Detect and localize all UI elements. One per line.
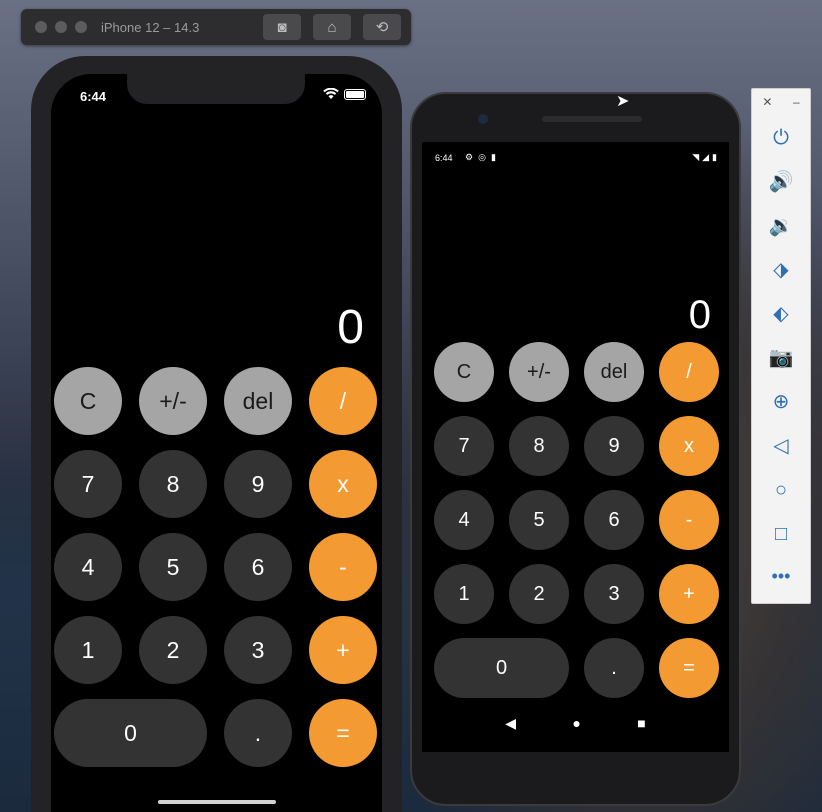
- calc-button[interactable]: +: [309, 616, 377, 684]
- wifi-icon: ◥: [692, 152, 700, 162]
- calc-button[interactable]: +/-: [509, 342, 569, 402]
- home-icon[interactable]: ○: [775, 478, 787, 502]
- volume-down-icon[interactable]: 🔉: [769, 214, 794, 238]
- calc-button[interactable]: -: [659, 490, 719, 550]
- emulator-window-controls: ✕ –: [752, 89, 810, 109]
- zoom-icon[interactable]: ⊕: [773, 390, 790, 414]
- rotate-left-icon[interactable]: ⬗: [773, 258, 788, 282]
- calc-button[interactable]: 5: [509, 490, 569, 550]
- calc-button[interactable]: 2: [139, 616, 207, 684]
- calc-button[interactable]: 3: [584, 564, 644, 624]
- calc-button[interactable]: 7: [54, 450, 122, 518]
- calc-button[interactable]: .: [584, 638, 644, 698]
- android-frame: 6:44 ⚙ ◎ ▮ ◥ ◢ ▮ 0 C +/- del/ 7 8 9 x 4 5 6- 1 2 3 +0…: [410, 92, 741, 806]
- back-icon[interactable]: ◁: [773, 434, 788, 458]
- sd-card-icon: ▮: [490, 152, 496, 162]
- iphone-screen: 6:44 0 C +/- del/ 7 8 9 x 4 5 6- 1 2 3 +0. =: [51, 74, 382, 812]
- android-notification-icons: ⚙ ◎ ▮: [465, 152, 496, 163]
- settings-icon: ⚙: [465, 152, 474, 162]
- calc-button[interactable]: C: [434, 342, 494, 402]
- calc-button[interactable]: 6: [584, 490, 644, 550]
- mouse-cursor-icon: ➤: [616, 93, 630, 110]
- wifi-icon: [323, 88, 339, 99]
- screenshot-icon[interactable]: ◙: [263, 14, 301, 40]
- calc-button[interactable]: -: [309, 533, 377, 601]
- zoom-window-button[interactable]: [75, 21, 87, 33]
- back-icon[interactable]: ◀: [505, 715, 516, 732]
- close-window-button[interactable]: [35, 21, 47, 33]
- battery-icon: ▮: [712, 152, 717, 162]
- ios-keypad: C +/- del/ 7 8 9 x 4 5 6- 1 2 3 +0. =: [54, 367, 379, 767]
- simulator-titlebar[interactable]: iPhone 12 – 14.3 ◙ ⌂ ⟲: [21, 9, 411, 45]
- simulator-title: iPhone 12 – 14.3: [101, 19, 200, 35]
- calc-button[interactable]: del: [584, 342, 644, 402]
- calc-button[interactable]: x: [309, 450, 377, 518]
- calc-button[interactable]: 0: [54, 699, 207, 767]
- calc-button[interactable]: x: [659, 416, 719, 476]
- rotate-icon[interactable]: ⟲: [363, 14, 401, 40]
- minimize-icon[interactable]: –: [793, 95, 800, 109]
- sync-icon: ◎: [478, 152, 486, 162]
- calc-button[interactable]: 8: [139, 450, 207, 518]
- android-keypad: C +/- del/ 7 8 9 x 4 5 6- 1 2 3 +0. =: [434, 342, 724, 698]
- earpiece-speaker: [542, 116, 642, 122]
- android-screen: 6:44 ⚙ ◎ ▮ ◥ ◢ ▮ 0 C +/- del/ 7 8 9 x 4 5 6- 1 2 3 +0…: [422, 142, 729, 752]
- volume-up-icon[interactable]: 🔊: [769, 170, 794, 194]
- calc-button[interactable]: 1: [54, 616, 122, 684]
- calc-button[interactable]: 4: [54, 533, 122, 601]
- more-icon[interactable]: •••: [772, 566, 791, 587]
- emulator-tools: ⏻ 🔊 🔉 ⬗ ⬖ 📷 ⊕ ◁ ○ □ •••: [752, 126, 810, 587]
- camera-icon[interactable]: 📷: [769, 346, 794, 370]
- home-icon[interactable]: ●: [572, 715, 580, 732]
- calc-button[interactable]: =: [659, 638, 719, 698]
- calc-button[interactable]: 4: [434, 490, 494, 550]
- calc-button[interactable]: 2: [509, 564, 569, 624]
- home-icon[interactable]: ⌂: [313, 14, 351, 40]
- calc-button[interactable]: 6: [224, 533, 292, 601]
- overview-icon[interactable]: □: [775, 522, 787, 546]
- android-nav-bar: ◀ ● ■: [422, 715, 729, 732]
- calc-button[interactable]: C: [54, 367, 122, 435]
- front-camera: [478, 114, 488, 124]
- calc-button[interactable]: 5: [139, 533, 207, 601]
- iphone-frame: 6:44 0 C +/- del/ 7 8 9 x 4 5 6- 1 2 3 +0. =: [31, 56, 402, 812]
- calc-button[interactable]: 8: [509, 416, 569, 476]
- calc-button[interactable]: 9: [224, 450, 292, 518]
- android-status-time: 6:44: [435, 153, 453, 163]
- calc-button[interactable]: 9: [584, 416, 644, 476]
- ios-status-icons: [323, 88, 366, 100]
- calc-button[interactable]: .: [224, 699, 292, 767]
- minimize-window-button[interactable]: [55, 21, 67, 33]
- home-indicator[interactable]: [158, 800, 276, 804]
- android-calculator-display: 0: [688, 293, 711, 337]
- signal-icon: ◢: [702, 152, 710, 162]
- rotate-right-icon[interactable]: ⬖: [773, 302, 788, 326]
- close-icon[interactable]: ✕: [762, 95, 772, 109]
- ios-calculator-display: 0: [337, 301, 364, 354]
- calc-button[interactable]: /: [309, 367, 377, 435]
- android-status-icons: ◥ ◢ ▮: [692, 152, 717, 163]
- calc-button[interactable]: 1: [434, 564, 494, 624]
- battery-icon: [344, 88, 366, 100]
- recents-icon[interactable]: ■: [637, 715, 645, 732]
- simulator-toolbar: ◙ ⌂ ⟲: [263, 14, 401, 40]
- power-icon[interactable]: ⏻: [773, 126, 789, 150]
- iphone-notch: [127, 74, 305, 104]
- calc-button[interactable]: del: [224, 367, 292, 435]
- calc-button[interactable]: 0: [434, 638, 569, 698]
- calc-button[interactable]: +/-: [139, 367, 207, 435]
- emulator-toolbar: ✕ – ⏻ 🔊 🔉 ⬗ ⬖ 📷 ⊕ ◁ ○ □ •••: [751, 88, 811, 604]
- calc-button[interactable]: 3: [224, 616, 292, 684]
- ios-status-time: 6:44: [80, 89, 107, 104]
- calc-button[interactable]: =: [309, 699, 377, 767]
- calc-button[interactable]: 7: [434, 416, 494, 476]
- calc-button[interactable]: /: [659, 342, 719, 402]
- calc-button[interactable]: +: [659, 564, 719, 624]
